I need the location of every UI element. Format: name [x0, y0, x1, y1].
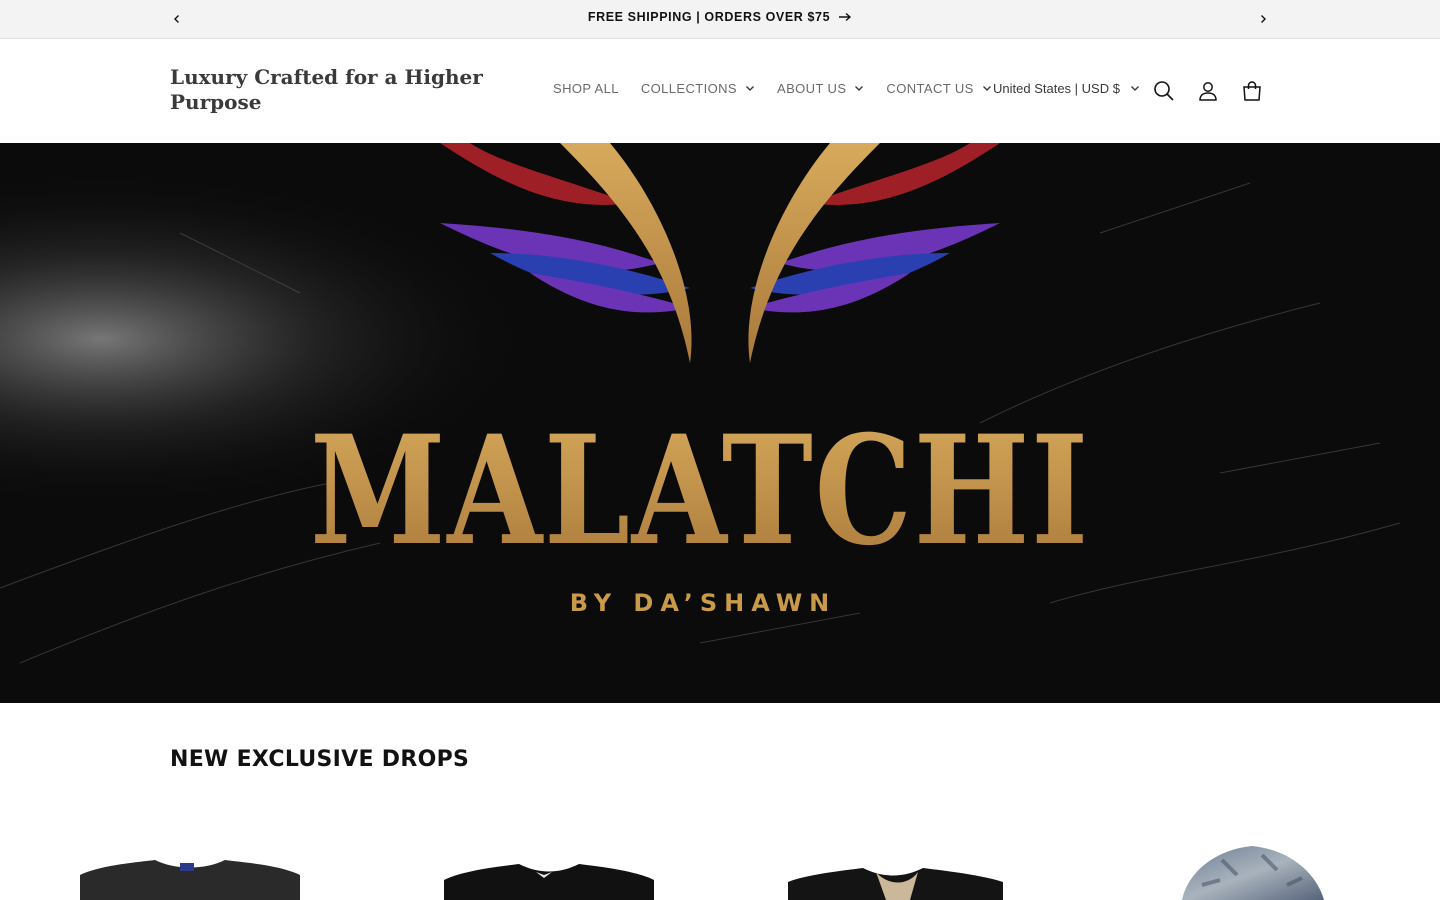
chevron-down-icon [746, 86, 754, 91]
nav-about-us[interactable]: ABOUT US [777, 81, 864, 96]
account-button[interactable] [1196, 79, 1220, 103]
brand-title[interactable]: Luxury Crafted for a Higher Purpose [170, 65, 490, 115]
locale-label: United States | USD $ [993, 81, 1120, 96]
section-title: NEW EXCLUSIVE DROPS [170, 747, 470, 772]
product-image [1182, 846, 1324, 900]
chevron-down-icon [982, 86, 991, 91]
product-card[interactable] [394, 820, 694, 900]
site-header: Luxury Crafted for a Higher Purpose SHOP… [0, 39, 1440, 143]
announcement-bar: FREE SHIPPING | ORDERS OVER $75 [0, 0, 1440, 39]
chevron-down-icon [855, 86, 864, 91]
arrow-right-icon [839, 12, 852, 22]
announcement-link[interactable]: FREE SHIPPING | ORDERS OVER $75 [588, 10, 852, 24]
product-card[interactable] [40, 820, 340, 900]
cart-icon [1243, 81, 1261, 101]
nav-label: SHOP ALL [553, 81, 619, 96]
country-currency-selector[interactable]: United States | USD $ [993, 81, 1140, 96]
nav-label: ABOUT US [777, 81, 847, 96]
nav-contact-us[interactable]: CONTACT US [886, 81, 991, 96]
announcement-text: FREE SHIPPING | ORDERS OVER $75 [587, 10, 831, 24]
logo-subtext: BY DA’SHAWN [570, 589, 837, 617]
main-nav: SHOP ALL COLLECTIONS ABOUT US CONTACT US [553, 81, 1014, 96]
chevron-right-icon [1261, 15, 1266, 23]
nav-label: COLLECTIONS [640, 81, 737, 96]
announcement-next-button[interactable] [1252, 8, 1274, 30]
product-card[interactable] [748, 820, 1048, 900]
hero-image: MALATCHI BY DA’SHAWN [0, 143, 1440, 703]
nav-label: CONTACT US [886, 81, 974, 96]
hero-banner: MALATCHI BY DA’SHAWN [0, 143, 1440, 703]
search-button[interactable] [1152, 79, 1176, 103]
product-image [444, 864, 654, 900]
product-image [80, 860, 300, 900]
account-icon [1199, 82, 1217, 101]
logo-wordmark: MALATCHI [310, 403, 1090, 579]
cart-button[interactable] [1240, 79, 1264, 103]
nav-shop-all[interactable]: SHOP ALL [553, 81, 619, 96]
nav-collections[interactable]: COLLECTIONS [641, 81, 755, 96]
search-icon [1154, 81, 1174, 101]
product-image [788, 868, 1003, 900]
product-card[interactable] [1102, 820, 1402, 900]
chevron-down-icon [1130, 86, 1139, 91]
